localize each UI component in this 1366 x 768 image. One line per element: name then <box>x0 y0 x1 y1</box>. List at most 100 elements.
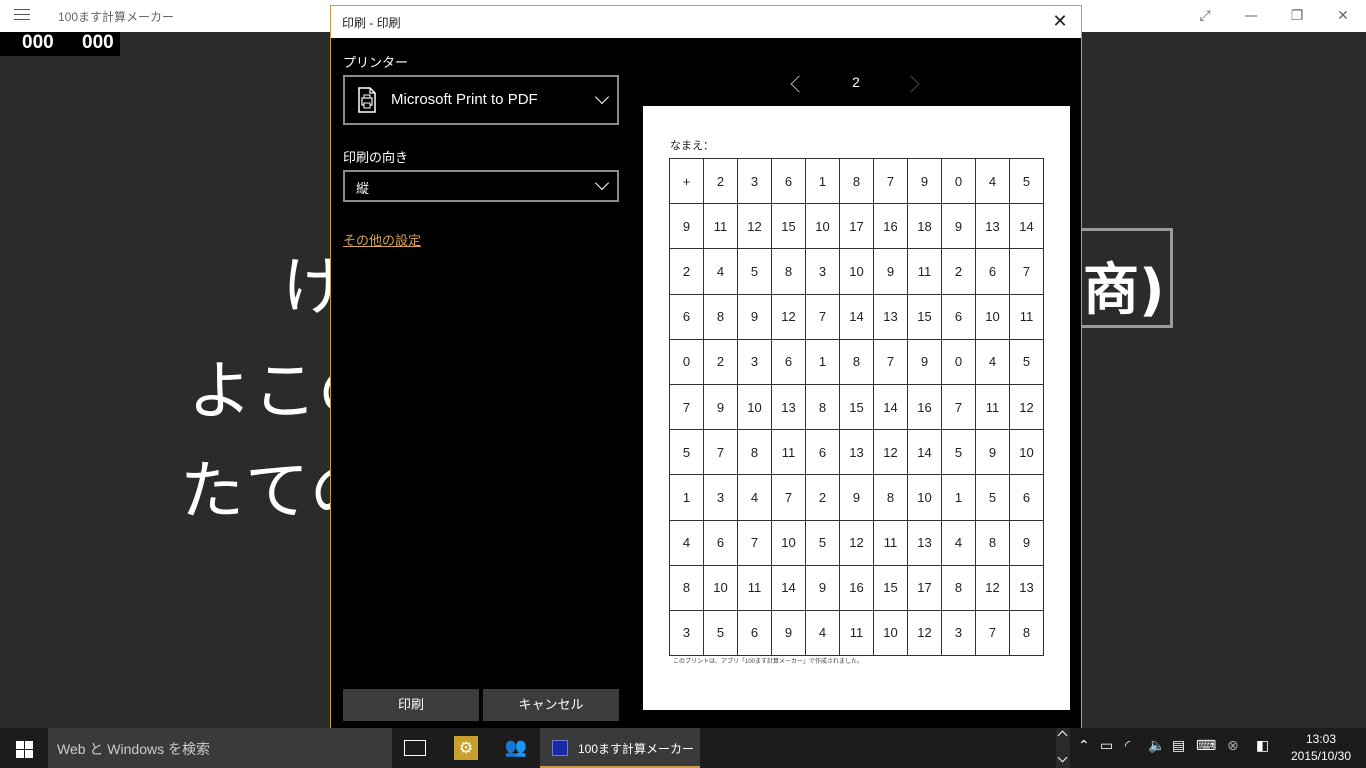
battery-icon[interactable]: ▭ <box>1100 738 1113 754</box>
grid-cell: 10 <box>771 519 806 566</box>
grid-cell: 11 <box>1009 293 1044 340</box>
grid-cell: 10 <box>1009 429 1044 476</box>
show-hidden-icons-icon[interactable]: ⌃ <box>1078 738 1090 754</box>
grid-cell: 11 <box>703 203 738 250</box>
grid-cell: 7 <box>873 157 908 205</box>
grid-cell: 14 <box>839 293 874 340</box>
grid-cell: 8 <box>669 564 704 611</box>
next-page-icon[interactable] <box>902 75 920 93</box>
chevron-down-icon[interactable] <box>1057 752 1068 763</box>
grid-cell: 4 <box>975 157 1010 205</box>
grid-cell: 13 <box>1009 564 1044 611</box>
grid-cell: 14 <box>907 429 942 476</box>
restore-button[interactable]: ❐ <box>1274 0 1320 32</box>
grid-row: 8 10 11 14 9 16 15 17 8 12 13 <box>669 564 1044 611</box>
dialog-close-button[interactable]: ✕ <box>1045 8 1075 36</box>
app-title: 100ます計算メーカー <box>58 10 175 24</box>
grid-cell: 2 <box>669 248 704 295</box>
ime-off-icon[interactable]: ⊗ <box>1227 738 1239 754</box>
taskbar-app-label: 100ます計算メーカー <box>578 742 695 756</box>
grid-cell: 2 <box>703 157 738 205</box>
people-icon[interactable]: 👥 <box>504 736 528 760</box>
grid-cell: 15 <box>873 564 908 611</box>
grid-cell: 6 <box>703 519 738 566</box>
previous-page-icon[interactable] <box>790 75 808 93</box>
name-label: なまえ： <box>670 140 714 152</box>
printer-name: Microsoft Print to PDF <box>391 91 538 108</box>
orientation-dropdown[interactable]: 縦 <box>343 170 619 202</box>
chevron-down-icon <box>594 175 610 191</box>
grid-cell: 5 <box>703 609 738 657</box>
grid-cell: 8 <box>941 564 976 611</box>
grid-cell: 4 <box>805 609 840 657</box>
grid-cell: 6 <box>1009 474 1044 521</box>
clock-time[interactable]: 13:03 <box>1290 732 1352 746</box>
minimize-button[interactable]: — <box>1228 0 1274 32</box>
search-box[interactable]: Web と Windows を検索 <box>48 728 392 768</box>
grid-cell: 16 <box>839 564 874 611</box>
grid-row: 6 8 9 12 7 14 13 15 6 10 11 <box>669 293 1044 340</box>
grid-row: 4 6 7 10 5 12 11 13 4 8 9 <box>669 519 1044 566</box>
grid-cell: 6 <box>771 157 806 205</box>
grid-cell: 9 <box>873 248 908 295</box>
grid-cell: 3 <box>669 609 704 657</box>
grid-cell: 8 <box>737 429 772 476</box>
print-button[interactable]: 印刷 <box>343 689 479 721</box>
grid-cell: 3 <box>703 474 738 521</box>
task-view-icon[interactable] <box>404 740 426 756</box>
grid-cell: 12 <box>737 203 772 250</box>
settings-gear-icon[interactable]: ⚙ <box>454 736 478 760</box>
grid-cell: 8 <box>839 338 874 385</box>
grid-row: 1 3 4 7 2 9 8 10 1 5 6 <box>669 474 1044 521</box>
printer-dropdown[interactable]: Microsoft Print to PDF <box>343 75 619 125</box>
grid-cell: 0 <box>669 338 704 385</box>
cancel-button[interactable]: キャンセル <box>483 689 619 721</box>
clock-date[interactable]: 2015/10/30 <box>1286 749 1356 763</box>
grid-cell: 11 <box>975 383 1010 431</box>
grid-cell: 9 <box>737 293 772 340</box>
grid-cell: 6 <box>805 429 840 476</box>
grid-cell: 10 <box>839 248 874 295</box>
print-dialog: 印刷 - 印刷 ✕ プリンター Microsoft Print to PDF 印… <box>330 5 1082 728</box>
chevron-up-icon[interactable] <box>1057 730 1068 741</box>
wifi-icon[interactable]: ◜ <box>1125 738 1130 754</box>
counter-left: 000 <box>22 32 54 53</box>
close-app-button[interactable]: ✕ <box>1320 0 1366 32</box>
grid-cell: 11 <box>873 519 908 566</box>
grid-row: 5 7 8 11 6 13 12 14 5 9 10 <box>669 429 1044 476</box>
grid-cell: 13 <box>907 519 942 566</box>
ime-mode-icon[interactable]: ◧ <box>1256 738 1269 754</box>
taskbar-scroll-strip[interactable] <box>1056 728 1070 768</box>
search-placeholder: Web と Windows を検索 <box>57 741 210 757</box>
grid-cell: 13 <box>839 429 874 476</box>
grid-cell: 8 <box>839 157 874 205</box>
start-button[interactable] <box>0 728 48 768</box>
volume-icon[interactable]: 🔈 <box>1148 738 1165 754</box>
more-settings-link[interactable]: その他の設定 <box>343 230 421 249</box>
keyboard-icon[interactable]: ⌨ <box>1196 738 1216 754</box>
bg-box-text: 商) <box>1083 258 1165 323</box>
grid-cell: 1 <box>941 474 976 521</box>
grid-cell: 8 <box>703 293 738 340</box>
grid-cell: 15 <box>907 293 942 340</box>
grid-cell: 12 <box>1009 383 1044 431</box>
footnote: このプリントは、アプリ「100ます計算メーカー」で作成されました。 <box>673 659 864 665</box>
grid-cell: 10 <box>873 609 908 657</box>
grid-cell: 12 <box>975 564 1010 611</box>
grid-cell: 5 <box>941 429 976 476</box>
grid-cell: 13 <box>771 383 806 431</box>
orientation-value: 縦 <box>356 181 370 196</box>
grid-cell: 9 <box>703 383 738 431</box>
grid-cell: 1 <box>805 338 840 385</box>
grid-cell: 1 <box>805 157 840 205</box>
grid-cell: 5 <box>669 429 704 476</box>
hamburger-menu-icon[interactable] <box>14 9 30 22</box>
grid-cell: 10 <box>703 564 738 611</box>
notifications-icon[interactable]: ▤ <box>1172 738 1185 754</box>
page-number: 2 <box>852 74 860 90</box>
fullscreen-icon[interactable]: ⤢ <box>1182 0 1228 32</box>
grid-cell: 12 <box>873 429 908 476</box>
grid-cell: 0 <box>941 338 976 385</box>
taskbar-active-app[interactable]: 100ます計算メーカー <box>540 728 700 768</box>
grid-cell: 7 <box>975 609 1010 657</box>
